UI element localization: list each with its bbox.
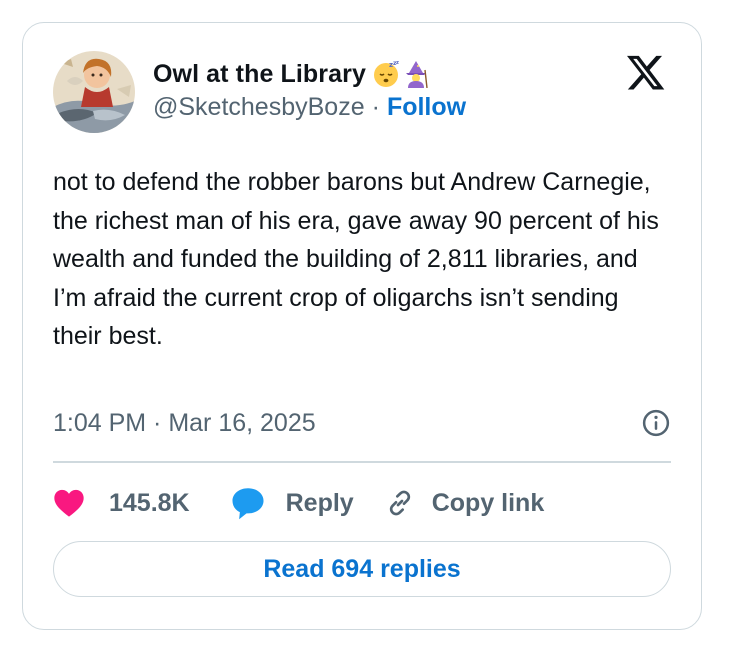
read-replies-button[interactable]: Read 694 replies bbox=[53, 541, 671, 597]
author-info: Owl at the Library z z z @SketchesbyBoze… bbox=[153, 57, 466, 122]
post-timestamp[interactable]: 1:04 PM · Mar 16, 2025 bbox=[53, 409, 316, 438]
heart-icon bbox=[54, 489, 84, 517]
sleeping-face-icon: z z z bbox=[372, 60, 400, 88]
separator-dot: · bbox=[371, 93, 380, 121]
svg-text:z: z bbox=[396, 60, 399, 66]
post-text: not to defend the robber barons but Andr… bbox=[53, 168, 659, 350]
timestamp-row: 1:04 PM · Mar 16, 2025 bbox=[53, 403, 671, 443]
reply-button[interactable]: Reply bbox=[230, 486, 354, 520]
divider bbox=[53, 461, 671, 463]
x-logo-icon[interactable] bbox=[625, 55, 665, 91]
display-name[interactable]: Owl at the Library bbox=[153, 60, 366, 89]
speech-bubble-icon bbox=[232, 488, 264, 520]
mage-icon bbox=[402, 60, 430, 89]
action-bar: 145.8K Reply Copy link bbox=[53, 481, 544, 525]
embedded-post-card: Owl at the Library z z z @SketchesbyBoze… bbox=[22, 22, 702, 630]
name-row: Owl at the Library z z z bbox=[153, 57, 466, 91]
copy-link-label: Copy link bbox=[431, 488, 545, 517]
reply-label: Reply bbox=[285, 488, 354, 517]
avatar[interactable] bbox=[53, 51, 135, 133]
post-header: Owl at the Library z z z @SketchesbyBoze… bbox=[53, 51, 671, 135]
handle-row: @SketchesbyBoze · Follow bbox=[153, 93, 466, 122]
copy-link-button[interactable]: Copy link bbox=[384, 487, 545, 519]
like-count: 145.8K bbox=[109, 488, 190, 517]
follow-button[interactable]: Follow bbox=[387, 93, 466, 122]
info-icon[interactable] bbox=[641, 408, 671, 438]
avatar-illustration bbox=[53, 51, 135, 133]
user-handle[interactable]: @SketchesbyBoze bbox=[153, 93, 365, 122]
like-button[interactable]: 145.8K bbox=[53, 488, 190, 518]
link-icon bbox=[389, 490, 410, 516]
